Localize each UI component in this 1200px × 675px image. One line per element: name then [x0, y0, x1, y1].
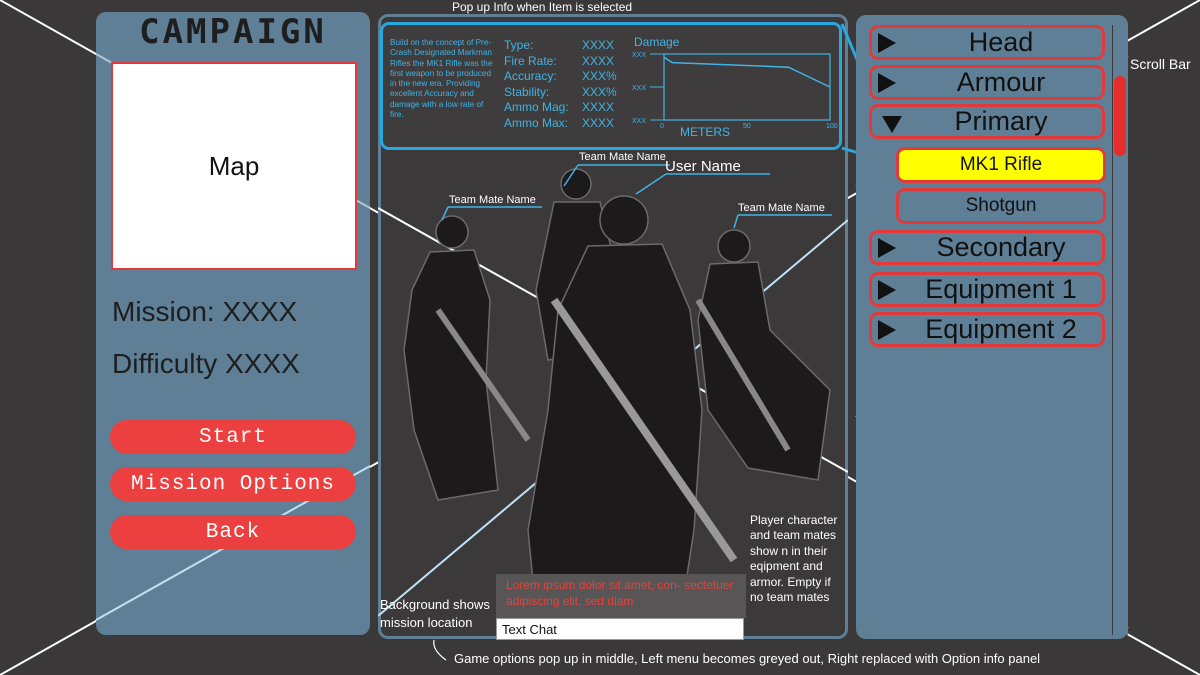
category-equipment-2[interactable]: Equipment 2	[869, 312, 1105, 347]
category-equipment-1-label: Equipment 1	[925, 274, 1077, 304]
item-shotgun[interactable]: Shotgun	[896, 188, 1106, 224]
triangle-right-icon	[878, 33, 896, 53]
category-armour[interactable]: Armour	[869, 65, 1105, 100]
category-head-label: Head	[968, 27, 1034, 57]
triangle-right-icon	[878, 238, 896, 258]
triangle-down-icon	[882, 116, 902, 133]
triangle-right-icon	[878, 73, 896, 93]
category-secondary[interactable]: Secondary	[869, 230, 1105, 265]
category-equipment-2-label: Equipment 2	[925, 314, 1077, 344]
scroll-bar-caption: Scroll Bar	[1130, 56, 1191, 72]
triangle-right-icon	[878, 320, 896, 340]
category-primary[interactable]: Primary	[869, 104, 1105, 139]
item-mk1-rifle[interactable]: MK1 Rifle	[896, 147, 1106, 183]
category-primary-label: Primary	[954, 106, 1048, 136]
game-options-caption: Game options pop up in middle, Left menu…	[454, 651, 1041, 666]
item-shotgun-label: Shotgun	[965, 195, 1037, 216]
scroll-thumb[interactable]	[1114, 76, 1126, 156]
category-head[interactable]: Head	[869, 25, 1105, 60]
category-secondary-label: Secondary	[936, 232, 1066, 262]
category-armour-label: Armour	[956, 67, 1046, 97]
triangle-right-icon	[878, 280, 896, 300]
category-equipment-1[interactable]: Equipment 1	[869, 272, 1105, 307]
item-mk1-rifle-label: MK1 Rifle	[959, 154, 1043, 175]
